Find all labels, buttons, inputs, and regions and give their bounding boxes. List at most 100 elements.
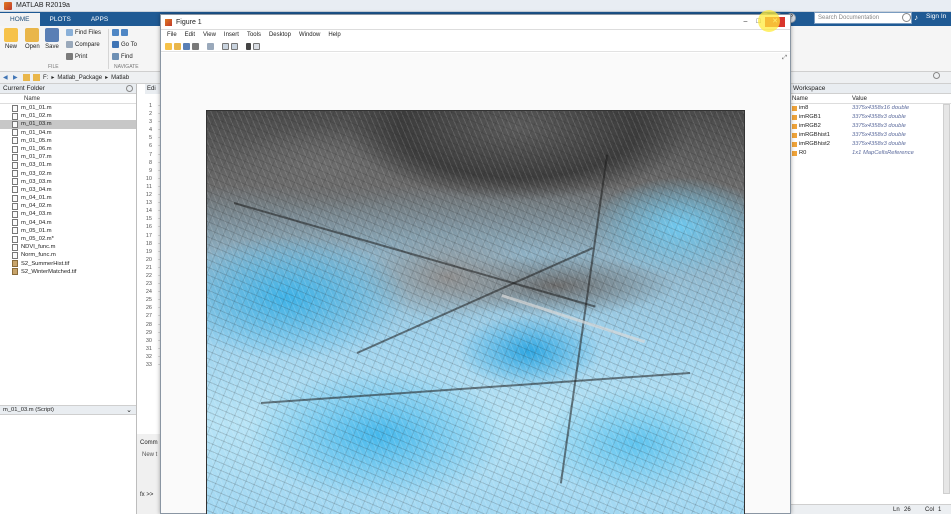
file-list-item[interactable]: m_04_01.m <box>0 194 136 202</box>
path-segment[interactable]: Matlab_Package <box>57 75 102 81</box>
browse-folder-icon[interactable] <box>33 74 40 81</box>
back-arrow-icon[interactable]: ◀ <box>3 74 10 81</box>
script-file-icon <box>12 186 18 194</box>
workspace-variable-row[interactable]: R0 1x1 MapCellsReference <box>790 149 951 158</box>
details-bar[interactable]: m_01_03.m (Script) ⌄ <box>0 405 136 415</box>
line-number: 31 <box>137 345 161 353</box>
workspace-variable-row[interactable]: imRGB2 3375x4358x3 double <box>790 122 951 131</box>
file-list-item[interactable]: m_03_02.m <box>0 170 136 178</box>
compare-button[interactable]: Compare <box>66 41 100 48</box>
script-file-icon <box>12 219 18 227</box>
save-figure-icon[interactable] <box>183 42 190 50</box>
file-list-item[interactable]: m_05_02.m* <box>0 235 136 243</box>
file-name: m_01_06.m <box>21 145 52 152</box>
new-button[interactable]: New <box>4 28 18 50</box>
name-column-header[interactable]: Name <box>0 94 136 104</box>
workspace-scrollbar[interactable] <box>943 104 950 494</box>
print-button[interactable]: Print <box>66 53 87 60</box>
line-number-gutter: 1234567891011121314151617181920212223242… <box>137 102 161 369</box>
file-list-item[interactable]: m_05_01.m <box>0 227 136 235</box>
chevron-down-icon[interactable]: ⌄ <box>126 406 132 415</box>
figure-menu-view[interactable]: View <box>203 30 216 41</box>
figure-menu-help[interactable]: Help <box>328 30 340 41</box>
figure-menu-edit[interactable]: Edit <box>185 30 195 41</box>
workspace-column-header: Name Value <box>790 94 951 104</box>
line-number: 19 <box>137 248 161 256</box>
script-file-icon <box>12 178 18 186</box>
search-icon[interactable] <box>902 13 911 22</box>
file-list-item[interactable]: m_03_03.m <box>0 178 136 186</box>
variable-value: 3375x4358x3 double <box>852 123 906 129</box>
open-button[interactable]: Open <box>25 28 40 50</box>
figure-menu-tools[interactable]: Tools <box>247 30 261 41</box>
figure-menu-window[interactable]: Window <box>299 30 320 41</box>
tab-plots[interactable]: PLOTS <box>40 13 81 26</box>
link-plot-icon[interactable] <box>207 42 214 50</box>
figure-menu-insert[interactable]: Insert <box>224 30 239 41</box>
colorbar-icon[interactable] <box>222 42 229 50</box>
file-name: m_04_01.m <box>21 195 52 202</box>
bell-icon[interactable]: ♪ <box>914 13 923 22</box>
figure-title-bar[interactable]: Figure 1 – □ ✕ <box>161 15 790 30</box>
file-list-item[interactable]: m_03_01.m <box>0 161 136 169</box>
figure-menu-desktop[interactable]: Desktop <box>269 30 291 41</box>
new-figure-icon[interactable] <box>165 42 172 50</box>
file-list-item[interactable]: m_01_07.m <box>0 153 136 161</box>
workspace-variable-row[interactable]: imRGB1 3375x4358x3 double <box>790 113 951 122</box>
file-list-item[interactable]: m_01_03.m <box>0 120 136 129</box>
open-file-icon[interactable] <box>174 42 181 50</box>
figure-canvas[interactable] <box>161 53 790 514</box>
file-list-item[interactable]: S2_WinterMatched.tif <box>0 268 136 276</box>
file-list-item[interactable]: NDVI_func.m <box>0 243 136 251</box>
variable-value: 3375x4358x3 double <box>852 114 906 120</box>
line-number: 20 <box>137 256 161 264</box>
file-list-item[interactable]: Norm_func.m <box>0 251 136 259</box>
file-list-item[interactable]: m_01_04.m <box>0 129 136 137</box>
file-list-item[interactable]: S2_SummerHist.tif <box>0 260 136 268</box>
forward-arrow-icon[interactable]: ▶ <box>13 74 20 81</box>
print-figure-icon[interactable] <box>192 42 199 50</box>
file-list-item[interactable]: m_01_06.m <box>0 145 136 153</box>
file-list-item[interactable]: m_01_01.m <box>0 104 136 112</box>
file-list-item[interactable]: m_04_02.m <box>0 202 136 210</box>
panel-options-icon[interactable] <box>126 85 133 92</box>
pointer-arrow-icon[interactable] <box>246 42 251 50</box>
up-folder-icon[interactable] <box>23 74 30 81</box>
file-list-item[interactable]: m_03_04.m <box>0 186 136 194</box>
line-number: 8 <box>137 159 161 167</box>
legend-icon[interactable] <box>231 42 238 50</box>
script-file-icon <box>12 153 18 161</box>
line-number: 28 <box>137 321 161 329</box>
workspace-variable-row[interactable]: imRGBhist1 3375x4358x3 double <box>790 131 951 140</box>
tab-apps[interactable]: APPS <box>81 13 118 26</box>
script-file-icon <box>12 112 18 120</box>
search-documentation-input[interactable]: Search Documentation <box>814 12 912 24</box>
file-list-item[interactable]: m_01_02.m <box>0 112 136 120</box>
back-forward-buttons[interactable] <box>112 29 128 36</box>
workspace-variable-row[interactable]: imRGBhist2 3375x4358x3 double <box>790 140 951 149</box>
find-files-icon <box>66 29 73 36</box>
tab-home[interactable]: HOME <box>0 13 40 26</box>
command-prompt[interactable]: fx >> <box>140 492 153 498</box>
find-button[interactable]: Find <box>112 53 133 60</box>
file-list-item[interactable]: m_01_05.m <box>0 137 136 145</box>
script-file-icon <box>12 170 18 178</box>
sign-in-link[interactable]: Sign In <box>926 13 946 20</box>
path-segment[interactable]: Matlab <box>111 75 129 81</box>
workspace-variable-row[interactable]: im8 3375x4358x16 double <box>790 104 951 113</box>
save-button[interactable]: Save <box>45 28 59 50</box>
expand-icon[interactable]: ⤢ <box>782 55 787 62</box>
find-files-button[interactable]: Find Files <box>66 29 101 36</box>
figure-menu-file[interactable]: File <box>167 30 177 41</box>
file-list-item[interactable]: m_04_04.m <box>0 219 136 227</box>
property-editor-icon[interactable] <box>253 42 260 50</box>
image-file-icon <box>12 260 18 268</box>
go-to-button[interactable]: Go To <box>112 41 137 48</box>
workspace-options-icon[interactable] <box>933 72 940 79</box>
variable-value: 3375x4358x3 double <box>852 141 906 147</box>
minimize-icon[interactable]: – <box>739 17 752 27</box>
path-segment[interactable]: F: <box>43 75 48 81</box>
file-list-item[interactable]: m_04_03.m <box>0 210 136 219</box>
file-name: m_01_02.m <box>21 113 52 120</box>
line-number: 21 <box>137 264 161 272</box>
